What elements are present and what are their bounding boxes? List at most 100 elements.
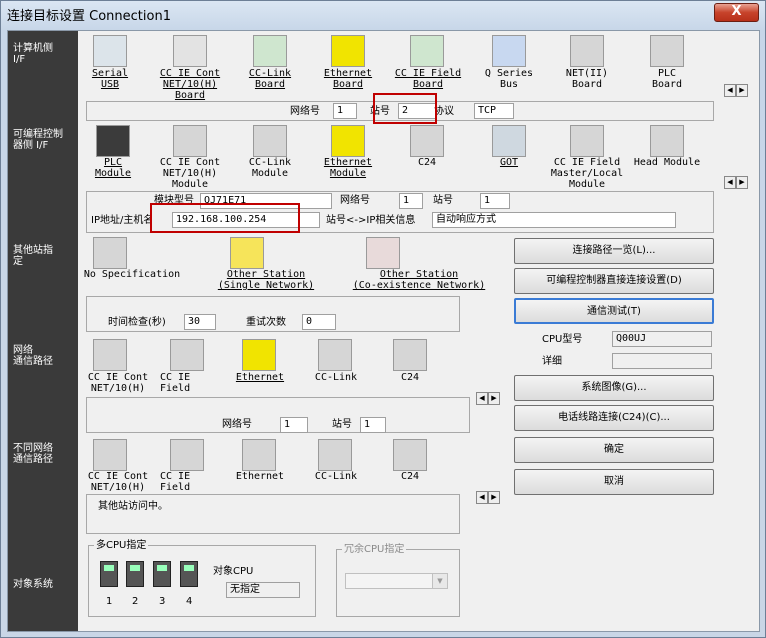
route-cc-ie-field-label[interactable]: CC IE Field bbox=[160, 372, 212, 394]
route-c24-label[interactable]: C24 bbox=[378, 372, 442, 383]
cc-ie-field-module-icon[interactable] bbox=[570, 125, 604, 157]
q-series-bus-icon[interactable] bbox=[492, 35, 526, 67]
route-cc-ie-field-icon[interactable] bbox=[170, 339, 204, 371]
pc-network-field[interactable]: 1 bbox=[333, 103, 357, 119]
cc-ie-cont-board-label[interactable]: CC IE Cont NET/10(H) Board bbox=[150, 68, 230, 101]
plc-module-label[interactable]: PLC Module bbox=[81, 157, 145, 179]
got-icon[interactable] bbox=[492, 125, 526, 157]
timeout-label: 时间检查(秒) bbox=[108, 317, 166, 328]
route-cc-link-label[interactable]: CC-Link bbox=[304, 372, 368, 383]
ethernet-board-label[interactable]: Ethernet Board bbox=[316, 68, 380, 90]
q-series-bus-label[interactable]: Q Series Bus bbox=[474, 68, 544, 90]
diff-scroll-left-button[interactable]: ◀ bbox=[476, 491, 488, 504]
plc-scroll-left-button[interactable]: ◀ bbox=[724, 176, 736, 189]
plc-board-label[interactable]: PLC Board bbox=[634, 68, 700, 90]
no-specification-icon[interactable] bbox=[93, 237, 127, 269]
diff-c24-icon[interactable] bbox=[393, 439, 427, 471]
ethernet-module-icon[interactable] bbox=[331, 125, 365, 157]
pc-scroll-right-button[interactable]: ▶ bbox=[736, 84, 748, 97]
net-ii-board-label[interactable]: NET(II) Board bbox=[554, 68, 620, 90]
cc-ie-cont-board-icon[interactable] bbox=[173, 35, 207, 67]
route-cc-link-icon[interactable] bbox=[318, 339, 352, 371]
other-station-coexist-label[interactable]: Other Station (Co-existence Network) bbox=[351, 269, 487, 291]
head-module-label[interactable]: Head Module bbox=[630, 157, 704, 168]
diff-cc-ie-cont-label[interactable]: CC IE Cont NET/10(H) bbox=[80, 471, 156, 493]
other-station-coexist-icon[interactable] bbox=[366, 237, 400, 269]
plc-network-field[interactable]: 1 bbox=[399, 193, 423, 209]
diff-c24-label[interactable]: C24 bbox=[378, 471, 442, 482]
cpu-3-icon[interactable] bbox=[153, 561, 171, 587]
route-cc-ie-cont-label[interactable]: CC IE Cont NET/10(H) bbox=[80, 372, 156, 394]
chevron-down-icon[interactable]: ▼ bbox=[432, 574, 447, 588]
diff-cc-link-icon[interactable] bbox=[318, 439, 352, 471]
phone-line-button[interactable]: 电话线路连接(C24)(C)... bbox=[514, 405, 714, 431]
route-list-button[interactable]: 连接路径一览(L)... bbox=[514, 238, 714, 264]
serial-usb-icon[interactable] bbox=[93, 35, 127, 67]
target-cpu-field[interactable]: 无指定 bbox=[226, 582, 300, 598]
label-plc-if: 可编程控制 器侧 I/F bbox=[13, 129, 63, 151]
ok-button[interactable]: 确定 bbox=[514, 437, 714, 463]
c24-module-label[interactable]: C24 bbox=[395, 157, 459, 168]
system-image-button[interactable]: 系统图像(G)... bbox=[514, 375, 714, 401]
detail-field[interactable] bbox=[612, 353, 712, 369]
route-ethernet-label[interactable]: Ethernet bbox=[228, 372, 292, 383]
got-label[interactable]: GOT bbox=[477, 157, 541, 168]
cc-ie-field-module-label[interactable]: CC IE Field Master/Local Module bbox=[544, 157, 630, 190]
serial-usb-label[interactable]: Serial USB bbox=[78, 68, 142, 90]
cpu-4-number: 4 bbox=[186, 596, 193, 607]
route-scroll-right-button[interactable]: ▶ bbox=[488, 392, 500, 405]
cc-ie-cont-module-icon[interactable] bbox=[173, 125, 207, 157]
diff-scroll-right-button[interactable]: ▶ bbox=[488, 491, 500, 504]
ethernet-module-label[interactable]: Ethernet Module bbox=[316, 157, 380, 179]
cc-link-board-icon[interactable] bbox=[253, 35, 287, 67]
plc-module-icon[interactable] bbox=[96, 125, 130, 157]
diff-cc-ie-cont-icon[interactable] bbox=[93, 439, 127, 471]
diff-ethernet-label[interactable]: Ethernet bbox=[228, 471, 292, 482]
cpu-type-label: CPU型号 bbox=[542, 334, 583, 345]
net-ii-board-icon[interactable] bbox=[570, 35, 604, 67]
cpu-2-icon[interactable] bbox=[126, 561, 144, 587]
cc-ie-field-board-label[interactable]: CC IE Field Board bbox=[388, 68, 468, 90]
timeout-field[interactable]: 30 bbox=[184, 314, 216, 330]
detail-label: 详细 bbox=[542, 356, 562, 367]
ethernet-board-icon[interactable] bbox=[331, 35, 365, 67]
other-station-single-icon[interactable] bbox=[230, 237, 264, 269]
diff-cc-ie-field-icon[interactable] bbox=[170, 439, 204, 471]
cpu-type-field[interactable]: Q00UJ bbox=[612, 331, 712, 347]
diff-cc-ie-field-label[interactable]: CC IE Field bbox=[160, 471, 212, 493]
cpu-3-number: 3 bbox=[159, 596, 166, 607]
cc-link-module-label[interactable]: CC-Link Module bbox=[238, 157, 302, 179]
route-station-field[interactable]: 1 bbox=[360, 417, 386, 433]
diff-cc-link-label[interactable]: CC-Link bbox=[304, 471, 368, 482]
head-module-icon[interactable] bbox=[650, 125, 684, 157]
diff-ethernet-icon[interactable] bbox=[242, 439, 276, 471]
cc-link-board-label[interactable]: CC-Link Board bbox=[238, 68, 302, 90]
station-ip-field[interactable]: 自动响应方式 bbox=[432, 212, 676, 228]
route-ethernet-icon[interactable] bbox=[242, 339, 276, 371]
redundant-cpu-label: 冗余CPU指定 bbox=[342, 544, 407, 556]
cpu-2-number: 2 bbox=[132, 596, 139, 607]
pc-protocol-field[interactable]: TCP bbox=[474, 103, 514, 119]
other-station-single-label[interactable]: Other Station (Single Network) bbox=[211, 269, 321, 291]
direct-plc-button[interactable]: 可编程控制器直接连接设置(D) bbox=[514, 268, 714, 294]
route-cc-ie-cont-icon[interactable] bbox=[93, 339, 127, 371]
c24-module-icon[interactable] bbox=[410, 125, 444, 157]
pc-scroll-left-button[interactable]: ◀ bbox=[724, 84, 736, 97]
cc-ie-field-board-icon[interactable] bbox=[410, 35, 444, 67]
plc-board-icon[interactable] bbox=[650, 35, 684, 67]
plc-station-field[interactable]: 1 bbox=[480, 193, 510, 209]
plc-scroll-right-button[interactable]: ▶ bbox=[736, 176, 748, 189]
plc-network-label: 网络号 bbox=[340, 195, 370, 206]
cancel-button[interactable]: 取消 bbox=[514, 469, 714, 495]
cpu-1-icon[interactable] bbox=[100, 561, 118, 587]
cpu-4-icon[interactable] bbox=[180, 561, 198, 587]
cc-link-module-icon[interactable] bbox=[253, 125, 287, 157]
retry-field[interactable]: 0 bbox=[302, 314, 336, 330]
no-specification-label[interactable]: No Specification bbox=[82, 269, 182, 280]
comm-test-button[interactable]: 通信测试(T) bbox=[514, 298, 714, 324]
close-button[interactable]: X bbox=[714, 3, 759, 22]
route-network-field[interactable]: 1 bbox=[280, 417, 308, 433]
route-scroll-left-button[interactable]: ◀ bbox=[476, 392, 488, 405]
route-c24-icon[interactable] bbox=[393, 339, 427, 371]
cc-ie-cont-module-label[interactable]: CC IE Cont NET/10(H) Module bbox=[150, 157, 230, 190]
